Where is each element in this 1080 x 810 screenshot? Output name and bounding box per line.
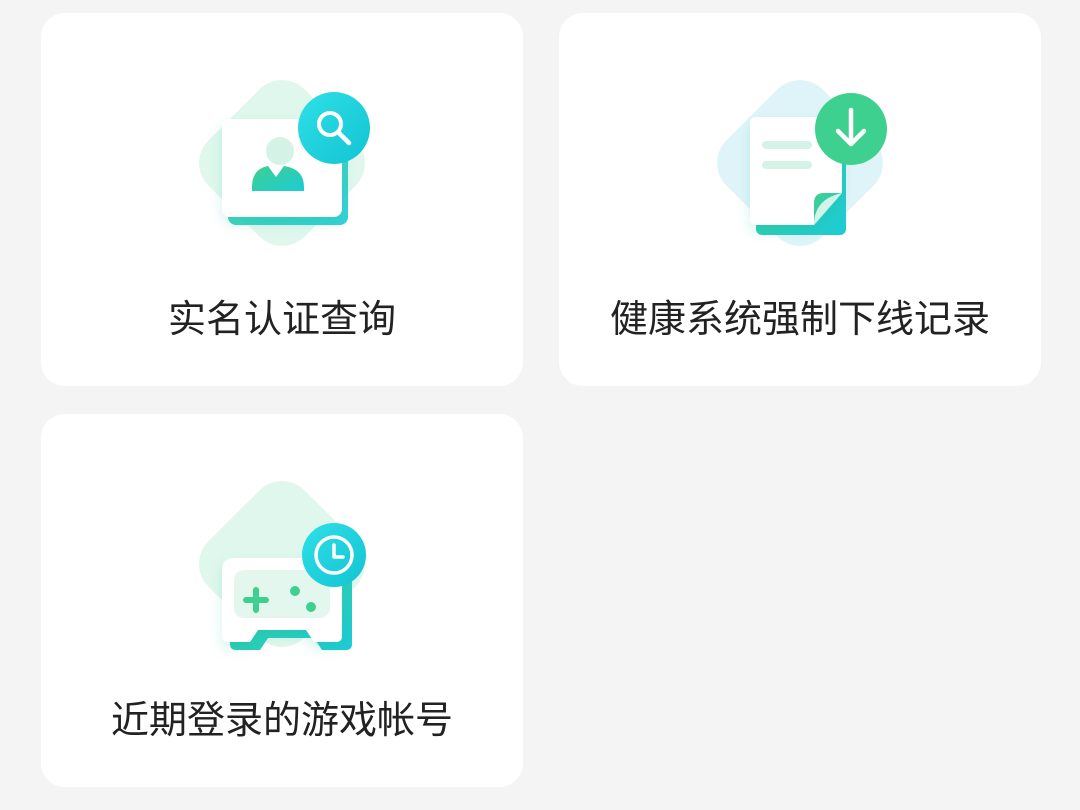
card-real-name-verification[interactable]: 实名认证查询 <box>41 13 523 386</box>
gamepad-clock-icon <box>172 454 392 674</box>
card-label: 健康系统强制下线记录 <box>609 297 990 341</box>
card-recent-game-accounts[interactable]: 近期登录的游戏帐号 <box>41 414 523 787</box>
document-download-icon <box>690 53 910 273</box>
card-label: 实名认证查询 <box>167 297 396 341</box>
card-forced-logout-records[interactable]: 健康系统强制下线记录 <box>559 13 1041 386</box>
card-label: 近期登录的游戏帐号 <box>110 698 453 742</box>
id-card-search-icon <box>172 53 392 273</box>
